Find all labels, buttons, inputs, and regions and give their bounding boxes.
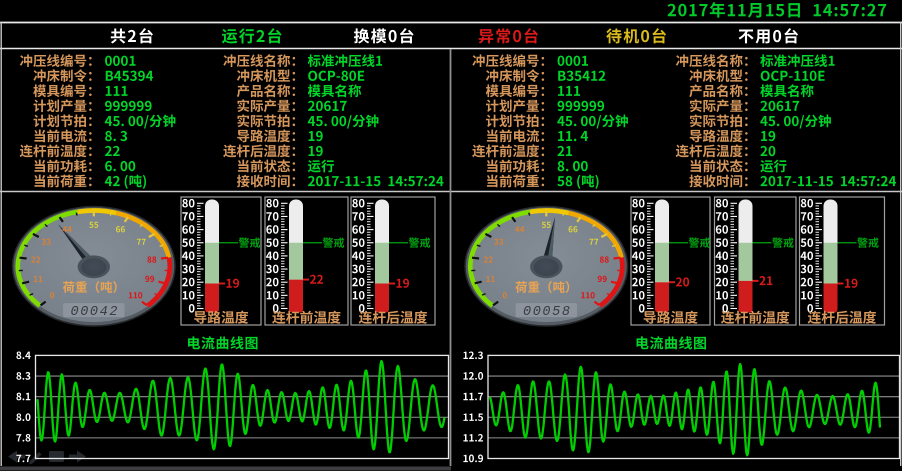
svg-text:00042: 00042: [71, 305, 120, 320]
svg-text:00058: 00058: [523, 305, 572, 320]
